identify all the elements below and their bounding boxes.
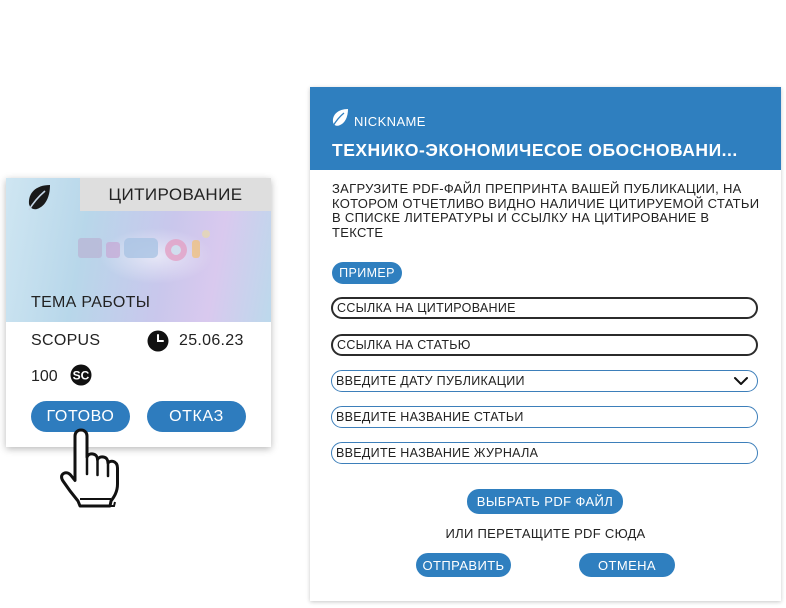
nickname-label: NICKNAME bbox=[354, 114, 426, 129]
upload-form-panel: NICKNAME ТЕХНИКО-ЭКОНОМИЧЕСОЕ ОБОСНОВАНИ… bbox=[310, 87, 781, 601]
instructions-text: ЗАГРУЗИТЕ PDF-ФАЙЛ ПРЕПРИНТА ВАШЕЙ ПУБЛИ… bbox=[332, 181, 760, 240]
article-link-field[interactable]: ССЫЛКА НА СТАТЬЮ bbox=[331, 334, 758, 356]
chevron-down-icon[interactable] bbox=[733, 375, 749, 387]
leaf-icon bbox=[28, 185, 50, 211]
publication-date-placeholder: ВВЕДИТЕ ДАТУ ПУБЛИКАЦИИ bbox=[336, 374, 525, 388]
citation-link-field[interactable]: ССЫЛКА НА ЦИТИРОВАНИЕ bbox=[331, 297, 758, 319]
card-title: ЦИТИРОВАНИЕ bbox=[80, 178, 271, 211]
panel-header: NICKNAME ТЕХНИКО-ЭКОНОМИЧЕСОЕ ОБОСНОВАНИ… bbox=[310, 87, 781, 170]
card-points: 100 bbox=[31, 368, 58, 385]
card-theme: ТЕМА РАБОТЫ bbox=[31, 294, 151, 311]
drop-zone-text[interactable]: ИЛИ ПЕРЕТАЩИТЕ PDF СЮДА bbox=[310, 526, 781, 541]
card-hero-image: ЦИТИРОВАНИЕ ТЕМА РАБОТЫ bbox=[6, 178, 271, 322]
citation-card: ЦИТИРОВАНИЕ ТЕМА РАБОТЫ SCOPUS 25.06.23 … bbox=[6, 178, 271, 447]
card-source: SCOPUS bbox=[31, 332, 101, 349]
send-button[interactable]: ОТПРАВИТЬ bbox=[416, 553, 511, 577]
card-date: 25.06.23 bbox=[179, 332, 244, 349]
hand-pointer-icon bbox=[60, 428, 119, 508]
hero-3d-art bbox=[78, 230, 210, 261]
select-pdf-button[interactable]: ВЫБРАТЬ PDF ФАЙЛ bbox=[467, 489, 623, 514]
example-button[interactable]: ПРИМЕР bbox=[332, 262, 402, 284]
publication-date-select[interactable]: ВВЕДИТЕ ДАТУ ПУБЛИКАЦИИ bbox=[331, 370, 758, 392]
leaf-icon bbox=[332, 109, 348, 127]
svg-text:SC: SC bbox=[73, 369, 90, 383]
clock-icon bbox=[147, 330, 169, 352]
article-name-field[interactable]: ВВЕДИТЕ НАЗВАНИЕ СТАТЬИ bbox=[331, 406, 758, 428]
refuse-button[interactable]: ОТКАЗ bbox=[147, 401, 246, 432]
journal-name-field[interactable]: ВВЕДИТЕ НАЗВАНИЕ ЖУРНАЛА bbox=[331, 442, 758, 464]
sc-badge-icon: SC bbox=[70, 364, 92, 386]
cancel-button[interactable]: ОТМЕНА bbox=[579, 553, 675, 577]
panel-title: ТЕХНИКО-ЭКОНОМИЧЕСОЕ ОБОСНОВАНИ... bbox=[332, 140, 738, 160]
